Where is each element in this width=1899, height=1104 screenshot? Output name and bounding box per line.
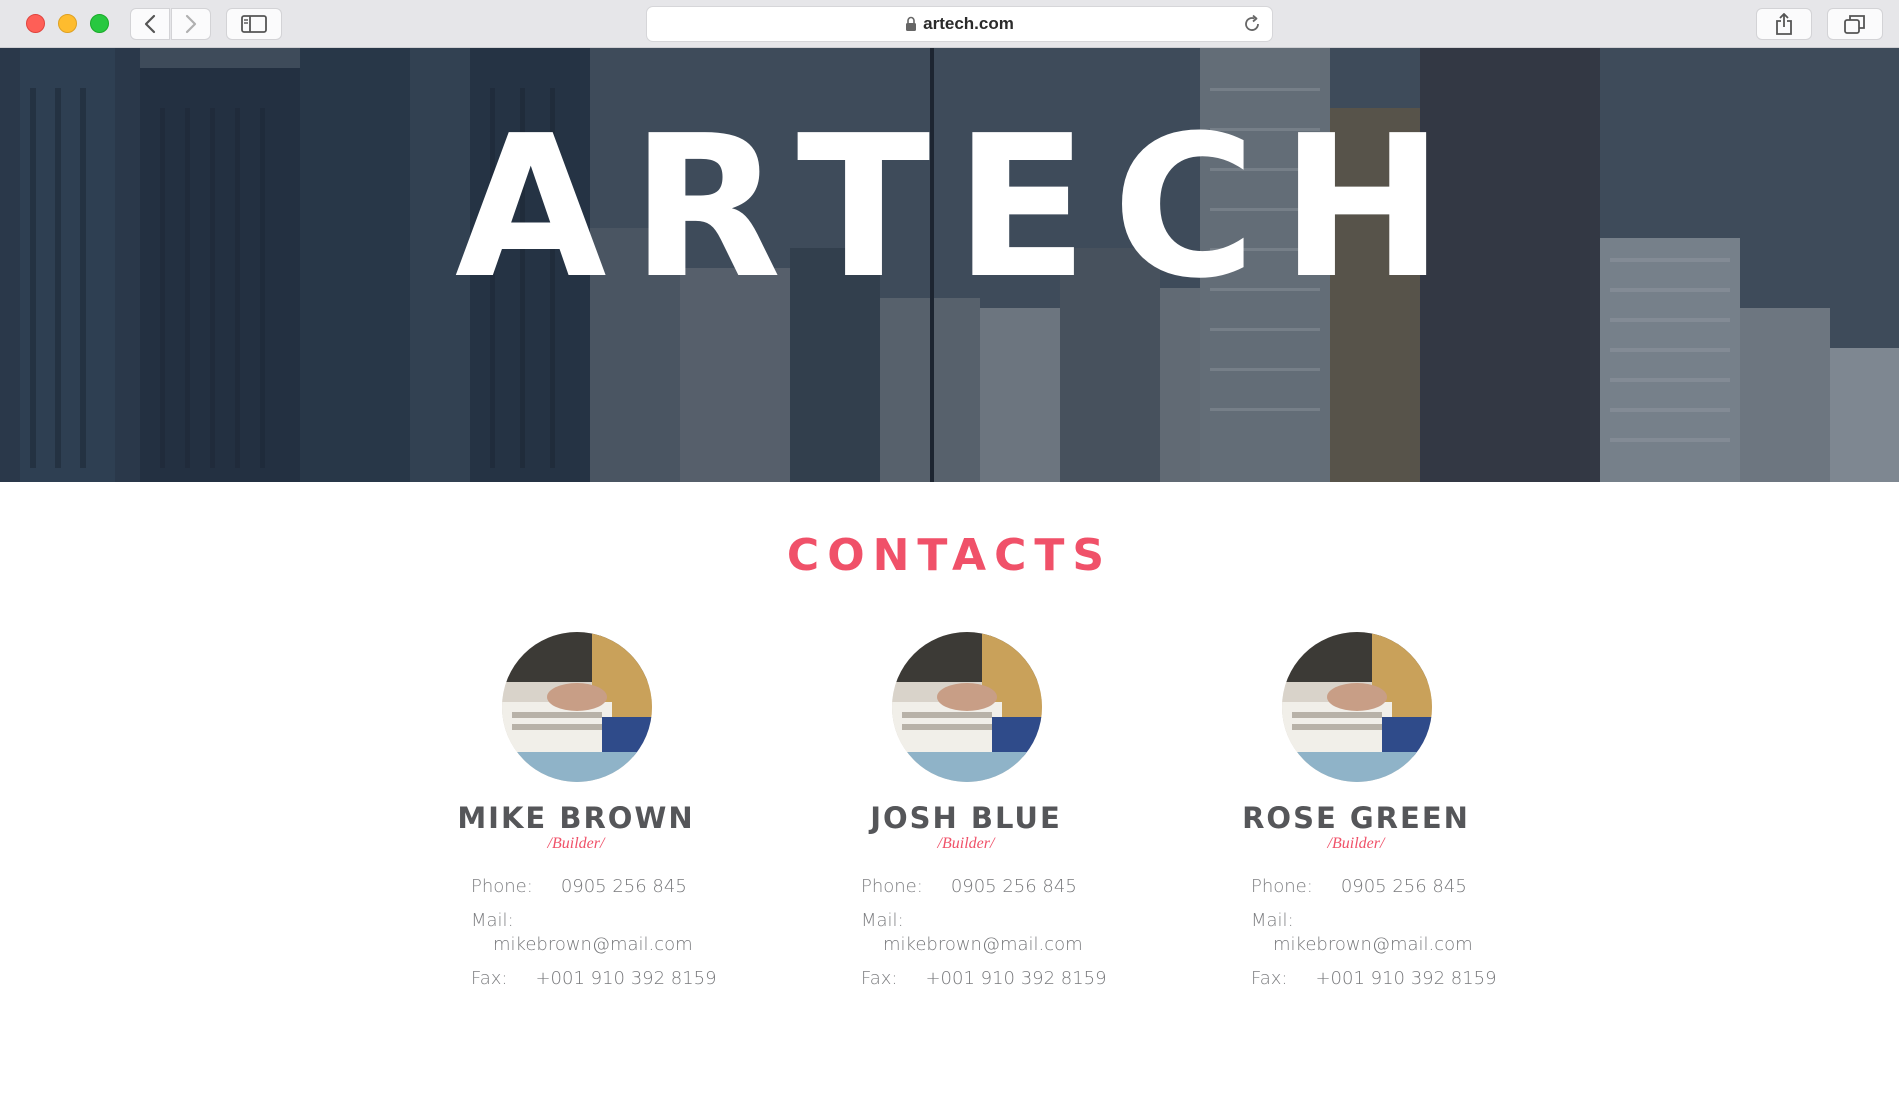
hero-title: ARTECH <box>454 94 1469 322</box>
share-button[interactable] <box>1756 8 1812 40</box>
contact-role: /Builder/ <box>547 835 605 852</box>
fax-value: +001 910 392 8159 <box>1315 968 1497 989</box>
back-button[interactable] <box>130 8 170 40</box>
contact-name: JOSH BLUE <box>870 801 1062 835</box>
phone-label: Phone: <box>1251 876 1313 897</box>
url-text: artech.com <box>923 14 1014 33</box>
phone-value: 0905 256 845 <box>950 876 1077 897</box>
fax-label: Fax: <box>471 968 508 989</box>
hero-banner: ARTECH <box>0 48 1899 482</box>
chevron-right-icon <box>185 14 197 34</box>
mail-label: Mail: <box>471 910 514 931</box>
avatar <box>892 632 1042 782</box>
fax-label: Fax: <box>861 968 898 989</box>
reload-icon[interactable] <box>1242 14 1262 34</box>
sidebar-toggle-button[interactable] <box>226 8 282 40</box>
contact-role: /Builder/ <box>1327 835 1385 852</box>
avatar <box>502 632 652 782</box>
chevron-left-icon <box>144 14 156 34</box>
mail-label: Mail: <box>861 910 904 931</box>
phone-label: Phone: <box>471 876 533 897</box>
phone-value: 0905 256 845 <box>560 876 687 897</box>
phone-value: 0905 256 845 <box>1340 876 1467 897</box>
avatar <box>1282 632 1432 782</box>
fax-value: +001 910 392 8159 <box>535 968 717 989</box>
contact-name: ROSE GREEN <box>1242 801 1470 835</box>
tabs-icon <box>1844 15 1865 34</box>
contact-role: /Builder/ <box>937 835 995 852</box>
share-icon <box>1776 13 1792 35</box>
fax-value: +001 910 392 8159 <box>925 968 1107 989</box>
lock-icon <box>906 16 917 31</box>
sidebar-icon <box>241 15 267 33</box>
contact-name: MIKE BROWN <box>457 801 695 835</box>
mail-value[interactable]: mikebrown@mail.com <box>1273 934 1473 955</box>
mail-label: Mail: <box>1251 910 1294 931</box>
phone-label: Phone: <box>861 876 923 897</box>
zoom-window-button[interactable] <box>90 14 109 33</box>
forward-button[interactable] <box>171 8 211 40</box>
mail-value[interactable]: mikebrown@mail.com <box>493 934 693 955</box>
minimize-window-button[interactable] <box>58 14 77 33</box>
close-window-button[interactable] <box>26 14 45 33</box>
fax-label: Fax: <box>1251 968 1288 989</box>
mail-value[interactable]: mikebrown@mail.com <box>883 934 1083 955</box>
browser-toolbar: artech.com <box>0 0 1899 48</box>
contacts-heading: CONTACTS <box>786 530 1113 581</box>
address-bar[interactable]: artech.com <box>646 6 1273 42</box>
tabs-overview-button[interactable] <box>1827 8 1883 40</box>
